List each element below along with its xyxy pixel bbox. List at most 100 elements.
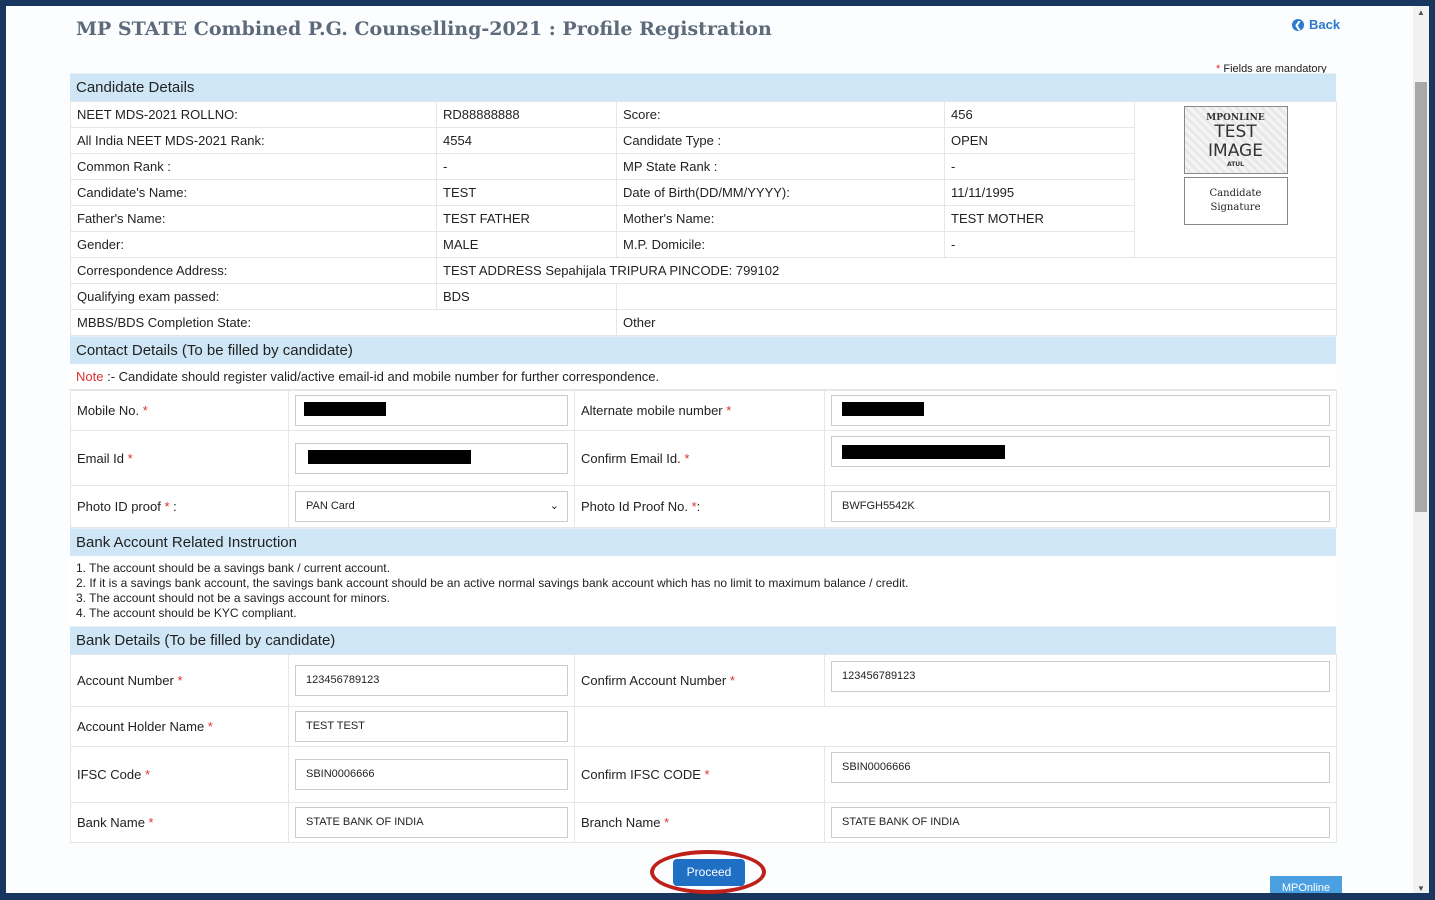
back-label: Back bbox=[1309, 17, 1341, 32]
back-button[interactable]: ❮ Back bbox=[1292, 17, 1340, 32]
photo-id-cell: PAN Card ⌄ bbox=[288, 485, 575, 528]
confirm-ifsc-input[interactable]: SBIN0006666 bbox=[831, 752, 1330, 783]
account-number-cell: 123456789123 bbox=[288, 654, 575, 707]
contact-note: Note :- Candidate should register valid/… bbox=[70, 364, 1336, 390]
account-number-input[interactable]: 123456789123 bbox=[295, 665, 568, 696]
label-text: Alternate mobile number bbox=[581, 403, 723, 418]
table-row: MBBS/BDS Completion State: Other bbox=[70, 309, 1337, 336]
label-text: Confirm Email Id. bbox=[581, 450, 681, 466]
label-suffix: : bbox=[169, 499, 177, 514]
field-value: TEST MOTHER bbox=[944, 205, 1135, 232]
branch-cell: STATE BANK OF INDIA bbox=[824, 802, 1337, 843]
scroll-up-icon[interactable]: ▲ bbox=[1417, 8, 1425, 17]
field-value: - bbox=[944, 231, 1135, 258]
label-text: Account Number bbox=[77, 673, 174, 688]
photo-id-no-input[interactable]: BWFGH5542K bbox=[831, 491, 1330, 522]
required-mark: * bbox=[684, 450, 690, 466]
field-value: - bbox=[944, 153, 1135, 180]
email-label: Email Id * bbox=[70, 430, 289, 486]
page-title: MP STATE Combined P.G. Counselling-2021 … bbox=[76, 18, 772, 40]
ifsc-input[interactable]: SBIN0006666 bbox=[295, 759, 568, 790]
confirm-email-cell bbox=[824, 430, 1337, 486]
alt-mobile-cell bbox=[824, 390, 1337, 431]
email-input[interactable] bbox=[295, 442, 568, 474]
bank-instructions-heading: Bank Account Related Instruction bbox=[70, 528, 1336, 556]
alt-mobile-label: Alternate mobile number * bbox=[574, 390, 825, 431]
chevron-down-icon: ⌄ bbox=[549, 500, 559, 512]
photo-text: MPONLINE bbox=[1206, 112, 1265, 123]
field-label: MBBS/BDS Completion State: bbox=[70, 309, 617, 336]
field-label: Mother's Name: bbox=[616, 205, 945, 232]
ifsc-cell: SBIN0006666 bbox=[288, 746, 575, 803]
proceed-button[interactable]: Proceed bbox=[673, 859, 745, 886]
bank-instructions-list: 1. The account should be a savings bank … bbox=[70, 556, 1336, 626]
bank-name-cell: STATE BANK OF INDIA bbox=[288, 802, 575, 843]
candidate-signature: Candidate Signature bbox=[1183, 177, 1288, 225]
bank-name-label: Bank Name * bbox=[70, 802, 289, 843]
table-row: Account Number * 123456789123 Confirm Ac… bbox=[70, 654, 1337, 707]
field-label: Father's Name: bbox=[70, 205, 437, 232]
confirm-ifsc-label: Confirm IFSC CODE * bbox=[574, 746, 825, 803]
signature-text: Candidate bbox=[1209, 188, 1262, 199]
bank-details-heading: Bank Details (To be filled by candidate) bbox=[70, 626, 1336, 654]
holder-cell: TEST TEST bbox=[288, 706, 575, 747]
list-item: 4. The account should be KYC compliant. bbox=[76, 606, 297, 620]
empty-cell bbox=[616, 283, 1337, 310]
photo-text: TEST bbox=[1214, 121, 1257, 142]
account-holder-input[interactable]: TEST TEST bbox=[295, 711, 568, 742]
window-frame bbox=[1429, 0, 1435, 893]
mobile-input[interactable] bbox=[295, 395, 568, 426]
alt-mobile-input[interactable] bbox=[831, 395, 1330, 426]
required-mark: * bbox=[726, 403, 732, 418]
note-text: :- Candidate should register valid/activ… bbox=[103, 369, 660, 384]
label-text: Photo Id Proof No. bbox=[581, 499, 688, 514]
photo-id-label: Photo ID proof * : bbox=[70, 485, 289, 528]
mobile-cell bbox=[288, 390, 575, 431]
field-value: MALE bbox=[436, 231, 617, 258]
redaction-mask bbox=[842, 402, 924, 416]
scrollbar-thumb[interactable] bbox=[1415, 82, 1427, 512]
field-label: Correspondence Address: bbox=[70, 257, 437, 284]
photo-id-no-label: Photo Id Proof No. *: bbox=[574, 485, 825, 528]
field-label: Candidate's Name: bbox=[70, 179, 437, 206]
field-value: 11/11/1995 bbox=[944, 179, 1135, 206]
required-mark: * bbox=[127, 450, 133, 466]
field-label: NEET MDS-2021 ROLLNO: bbox=[70, 101, 437, 128]
confirm-email-input[interactable] bbox=[831, 436, 1330, 467]
field-value: - bbox=[436, 153, 617, 180]
candidate-photo: MPONLINE TEST IMAGE ATUL bbox=[1183, 106, 1288, 174]
redaction-mask bbox=[308, 449, 471, 464]
branch-name-input[interactable]: STATE BANK OF INDIA bbox=[831, 807, 1330, 838]
bank-name-input[interactable]: STATE BANK OF INDIA bbox=[295, 807, 568, 838]
required-mark: * bbox=[142, 403, 148, 418]
label-text: Branch Name bbox=[581, 815, 661, 830]
table-row: Correspondence Address: TEST ADDRESS Sep… bbox=[70, 257, 1337, 284]
required-mark: * bbox=[729, 673, 735, 688]
list-item: 2. If it is a savings bank account, the … bbox=[76, 576, 909, 590]
field-value: TEST FATHER bbox=[436, 205, 617, 232]
table-row: Bank Name * STATE BANK OF INDIA Branch N… bbox=[70, 802, 1337, 843]
email-cell bbox=[288, 430, 575, 486]
list-item: 1. The account should be a savings bank … bbox=[76, 561, 390, 575]
select-value: PAN Card bbox=[306, 500, 355, 512]
table-row: IFSC Code * SBIN0006666 Confirm IFSC COD… bbox=[70, 746, 1337, 803]
field-value: BDS bbox=[436, 283, 617, 310]
label-text: Confirm Account Number bbox=[581, 673, 727, 688]
scroll-down-icon[interactable]: ▼ bbox=[1417, 884, 1425, 893]
contact-details-heading: Contact Details (To be filled by candida… bbox=[70, 336, 1336, 364]
photo-id-select[interactable]: PAN Card ⌄ bbox=[295, 491, 568, 522]
field-value: 4554 bbox=[436, 127, 617, 154]
required-mark: * bbox=[207, 719, 213, 734]
ifsc-label: IFSC Code * bbox=[70, 746, 289, 803]
field-value: RD88888888 bbox=[436, 101, 617, 128]
photo-id-no-cell: BWFGH5542K bbox=[824, 485, 1337, 528]
account-number-label: Account Number * bbox=[70, 654, 289, 707]
label-text: Bank Name bbox=[77, 815, 145, 830]
required-mark: * bbox=[704, 767, 710, 782]
required-mark: * bbox=[177, 673, 183, 688]
mponline-tag[interactable]: MPOnline bbox=[1270, 876, 1342, 894]
label-text: IFSC Code bbox=[77, 767, 142, 782]
label-text: Mobile No. bbox=[77, 403, 140, 418]
confirm-account-input[interactable]: 123456789123 bbox=[831, 661, 1330, 692]
vertical-scrollbar[interactable]: ▲ ▼ bbox=[1413, 6, 1429, 893]
